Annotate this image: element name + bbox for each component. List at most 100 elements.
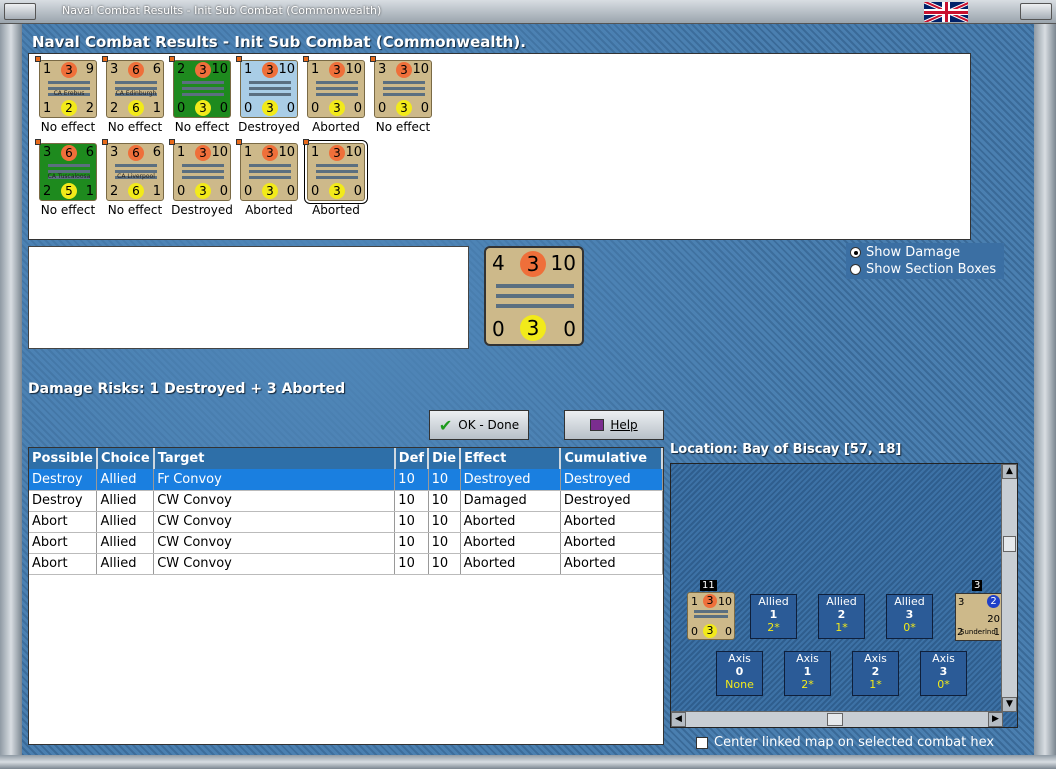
- map-unit-counter[interactable]: 11 1 3 10 0 3 0: [683, 580, 735, 640]
- table-cell: Abort: [29, 511, 98, 533]
- unit-counter[interactable]: 3 6 6 CA Tuscaloosa 2 5 1: [35, 139, 97, 201]
- table-row[interactable]: Destroy Allied CW Convoy 10 10 Damaged Destroy…: [29, 490, 663, 512]
- unit-card[interactable]: 3 6 6 CA Edinburgh 2 6 1 No effect: [102, 56, 168, 134]
- unit-counter[interactable]: 1 3 10 0 3 0: [236, 56, 298, 118]
- unit-counter[interactable]: 3 6 6 CA Edinburgh 2 6 1: [102, 56, 164, 118]
- table-row[interactable]: Destroy Allied Fr Convoy 10 10 Destroyed Destr…: [29, 469, 663, 491]
- allied-section-box[interactable]: Allied 1 2*: [750, 594, 797, 639]
- convoy-ship-icon: [496, 284, 574, 288]
- horizontal-scroll-thumb[interactable]: [827, 713, 843, 726]
- col-possible[interactable]: Possible: [29, 448, 98, 469]
- counter-anti-sub: 3: [61, 62, 77, 78]
- col-target[interactable]: Target: [153, 448, 396, 469]
- col-cumulative[interactable]: Cumulative: [560, 448, 663, 469]
- col-def[interactable]: Def: [394, 448, 430, 469]
- unit-card[interactable]: 3 6 6 CA Tuscaloosa 2 5 1 No effect: [35, 139, 101, 217]
- message-area[interactable]: [28, 246, 469, 349]
- unit-card[interactable]: 1 3 10 0 3 0 Aborted: [303, 56, 369, 134]
- col-effect[interactable]: Effect: [460, 448, 562, 469]
- radio-dot[interactable]: [850, 247, 861, 258]
- ship-silhouette-icon: [383, 81, 425, 84]
- counter-attack: 1: [311, 62, 320, 77]
- counter-bottom-left: 0: [311, 184, 320, 199]
- unit-counter[interactable]: 3 6 6 CA Liverpool 2 6 1: [102, 139, 164, 201]
- unit-card[interactable]: 1 3 9 CA Erebus 1 2 2 No effect: [35, 56, 101, 134]
- unit-card[interactable]: 3 6 6 CA Liverpool 2 6 1 No effect: [102, 139, 168, 217]
- unit-card[interactable]: 1 3 10 0 3 0 Destroyed: [169, 139, 235, 217]
- vertical-scroll-thumb[interactable]: [1003, 536, 1016, 552]
- col-die[interactable]: Die: [428, 448, 462, 469]
- unit-counter[interactable]: 3 3 10 0 3 0: [370, 56, 432, 118]
- radio-label: Show Section Boxes: [866, 262, 997, 277]
- axis-section-box[interactable]: Axis 2 1*: [852, 651, 899, 696]
- unit-counter[interactable]: 2 3 10 0 3 0: [169, 56, 231, 118]
- counter-bottom-center: 3: [262, 183, 278, 199]
- map-vertical-scrollbar[interactable]: ▲ ▼: [1001, 464, 1017, 712]
- unit-result: Destroyed: [238, 120, 300, 134]
- counter-defense: 10: [278, 62, 295, 77]
- radio-dot[interactable]: [850, 264, 861, 275]
- show-section-boxes-radio[interactable]: Show Section Boxes: [850, 262, 996, 277]
- help-button[interactable]: Help: [564, 410, 664, 440]
- unit-card[interactable]: 2 3 10 0 3 0 No effect: [169, 56, 235, 134]
- counter-attack: 3: [110, 62, 119, 77]
- allied-section-box[interactable]: Allied 3 0*: [886, 594, 933, 639]
- axis-section-box[interactable]: Axis 0 None: [716, 651, 763, 696]
- view-options: Show Damage Show Section Boxes: [846, 243, 1004, 279]
- nationality-pip-icon: [236, 56, 242, 62]
- table-cell: Allied: [96, 490, 155, 512]
- unit-counter[interactable]: 1 3 9 CA Erebus 1 2 2: [35, 56, 97, 118]
- page-title: Naval Combat Results - Init Sub Combat (…: [32, 33, 526, 51]
- counter-anti-sub: 3: [329, 145, 345, 161]
- close-button[interactable]: [1020, 3, 1052, 20]
- map-convoy-counter[interactable]: 1 3 10 0 3 0: [687, 592, 735, 640]
- center-linked-map-checkbox[interactable]: Center linked map on selected combat hex: [696, 735, 994, 750]
- unit-card[interactable]: 1 3 10 0 3 0 Destroyed: [236, 56, 302, 134]
- table-cell: Allied: [96, 553, 155, 575]
- counter-defense: 10: [550, 251, 576, 275]
- nationality-pip-icon: [102, 56, 108, 62]
- ship-silhouette-icon: [48, 164, 90, 167]
- map-horizontal-scrollbar[interactable]: ◀ ▶: [671, 711, 1003, 727]
- unit-card[interactable]: 1 3 10 0 3 0 Aborted: [236, 139, 302, 217]
- scroll-left-arrow-icon[interactable]: ◀: [671, 712, 686, 727]
- unit-counter[interactable]: 1 3 10 0 3 0: [169, 139, 231, 201]
- box-value: 2*: [801, 678, 814, 691]
- unit-card[interactable]: 1 3 10 0 3 0 Aborted: [303, 139, 369, 217]
- system-menu-button[interactable]: [4, 3, 36, 20]
- scroll-up-arrow-icon[interactable]: ▲: [1002, 464, 1017, 479]
- unit-counter[interactable]: 1 3 10 0 3 0: [236, 139, 298, 201]
- col-choice[interactable]: Choice: [96, 448, 155, 469]
- counter-bottom-center: 3: [396, 100, 412, 116]
- unit-card[interactable]: 3 3 10 0 3 0 No effect: [370, 56, 436, 134]
- counter-bottom-left: 2: [110, 101, 119, 116]
- show-damage-radio[interactable]: Show Damage: [850, 245, 960, 260]
- counter-bottom-left: 0: [244, 101, 253, 116]
- counter-anti-sub: 3: [396, 62, 412, 78]
- allied-section-box[interactable]: Allied 2 1*: [818, 594, 865, 639]
- table-cell: Allied: [96, 469, 155, 491]
- unit-counter[interactable]: 1 3 10 0 3 0: [303, 139, 368, 204]
- table-row[interactable]: Abort Allied CW Convoy 10 10 Aborted Aborted: [29, 532, 663, 554]
- counter-attack: 1: [244, 145, 253, 160]
- table-row[interactable]: Abort Allied CW Convoy 10 10 Aborted Aborted: [29, 553, 663, 575]
- sunderland-counter[interactable]: 3 2 20 Sunderlnd 2 1: [955, 593, 1003, 641]
- axis-section-box[interactable]: Axis 3 0*: [920, 651, 967, 696]
- unit-counter[interactable]: 1 3 10 0 3 0: [303, 56, 365, 118]
- c-tr: 10: [718, 595, 732, 608]
- linked-map[interactable]: 11 1 3 10 0 3 0 Allied 1 2* Allied 2 1* Allied…: [670, 463, 1018, 728]
- box-number: 3: [939, 665, 948, 678]
- scroll-right-arrow-icon[interactable]: ▶: [988, 712, 1003, 727]
- axis-section-box[interactable]: Axis 1 2*: [784, 651, 831, 696]
- nationality-pip-icon: [35, 56, 41, 62]
- ok-done-button[interactable]: ✔ OK - Done: [429, 410, 529, 440]
- table-cell: Allied: [96, 532, 155, 554]
- box-value: 1*: [835, 621, 848, 634]
- checkbox[interactable]: [696, 736, 708, 749]
- table-cell: Aborted: [460, 532, 561, 554]
- table-cell: Abort: [29, 532, 98, 554]
- table-row[interactable]: Abort Allied CW Convoy 10 10 Aborted Aborted: [29, 511, 663, 533]
- counter-anti-sub: 6: [128, 145, 144, 161]
- scroll-down-arrow-icon[interactable]: ▼: [1002, 697, 1017, 712]
- ship-silhouette-icon: [115, 81, 157, 84]
